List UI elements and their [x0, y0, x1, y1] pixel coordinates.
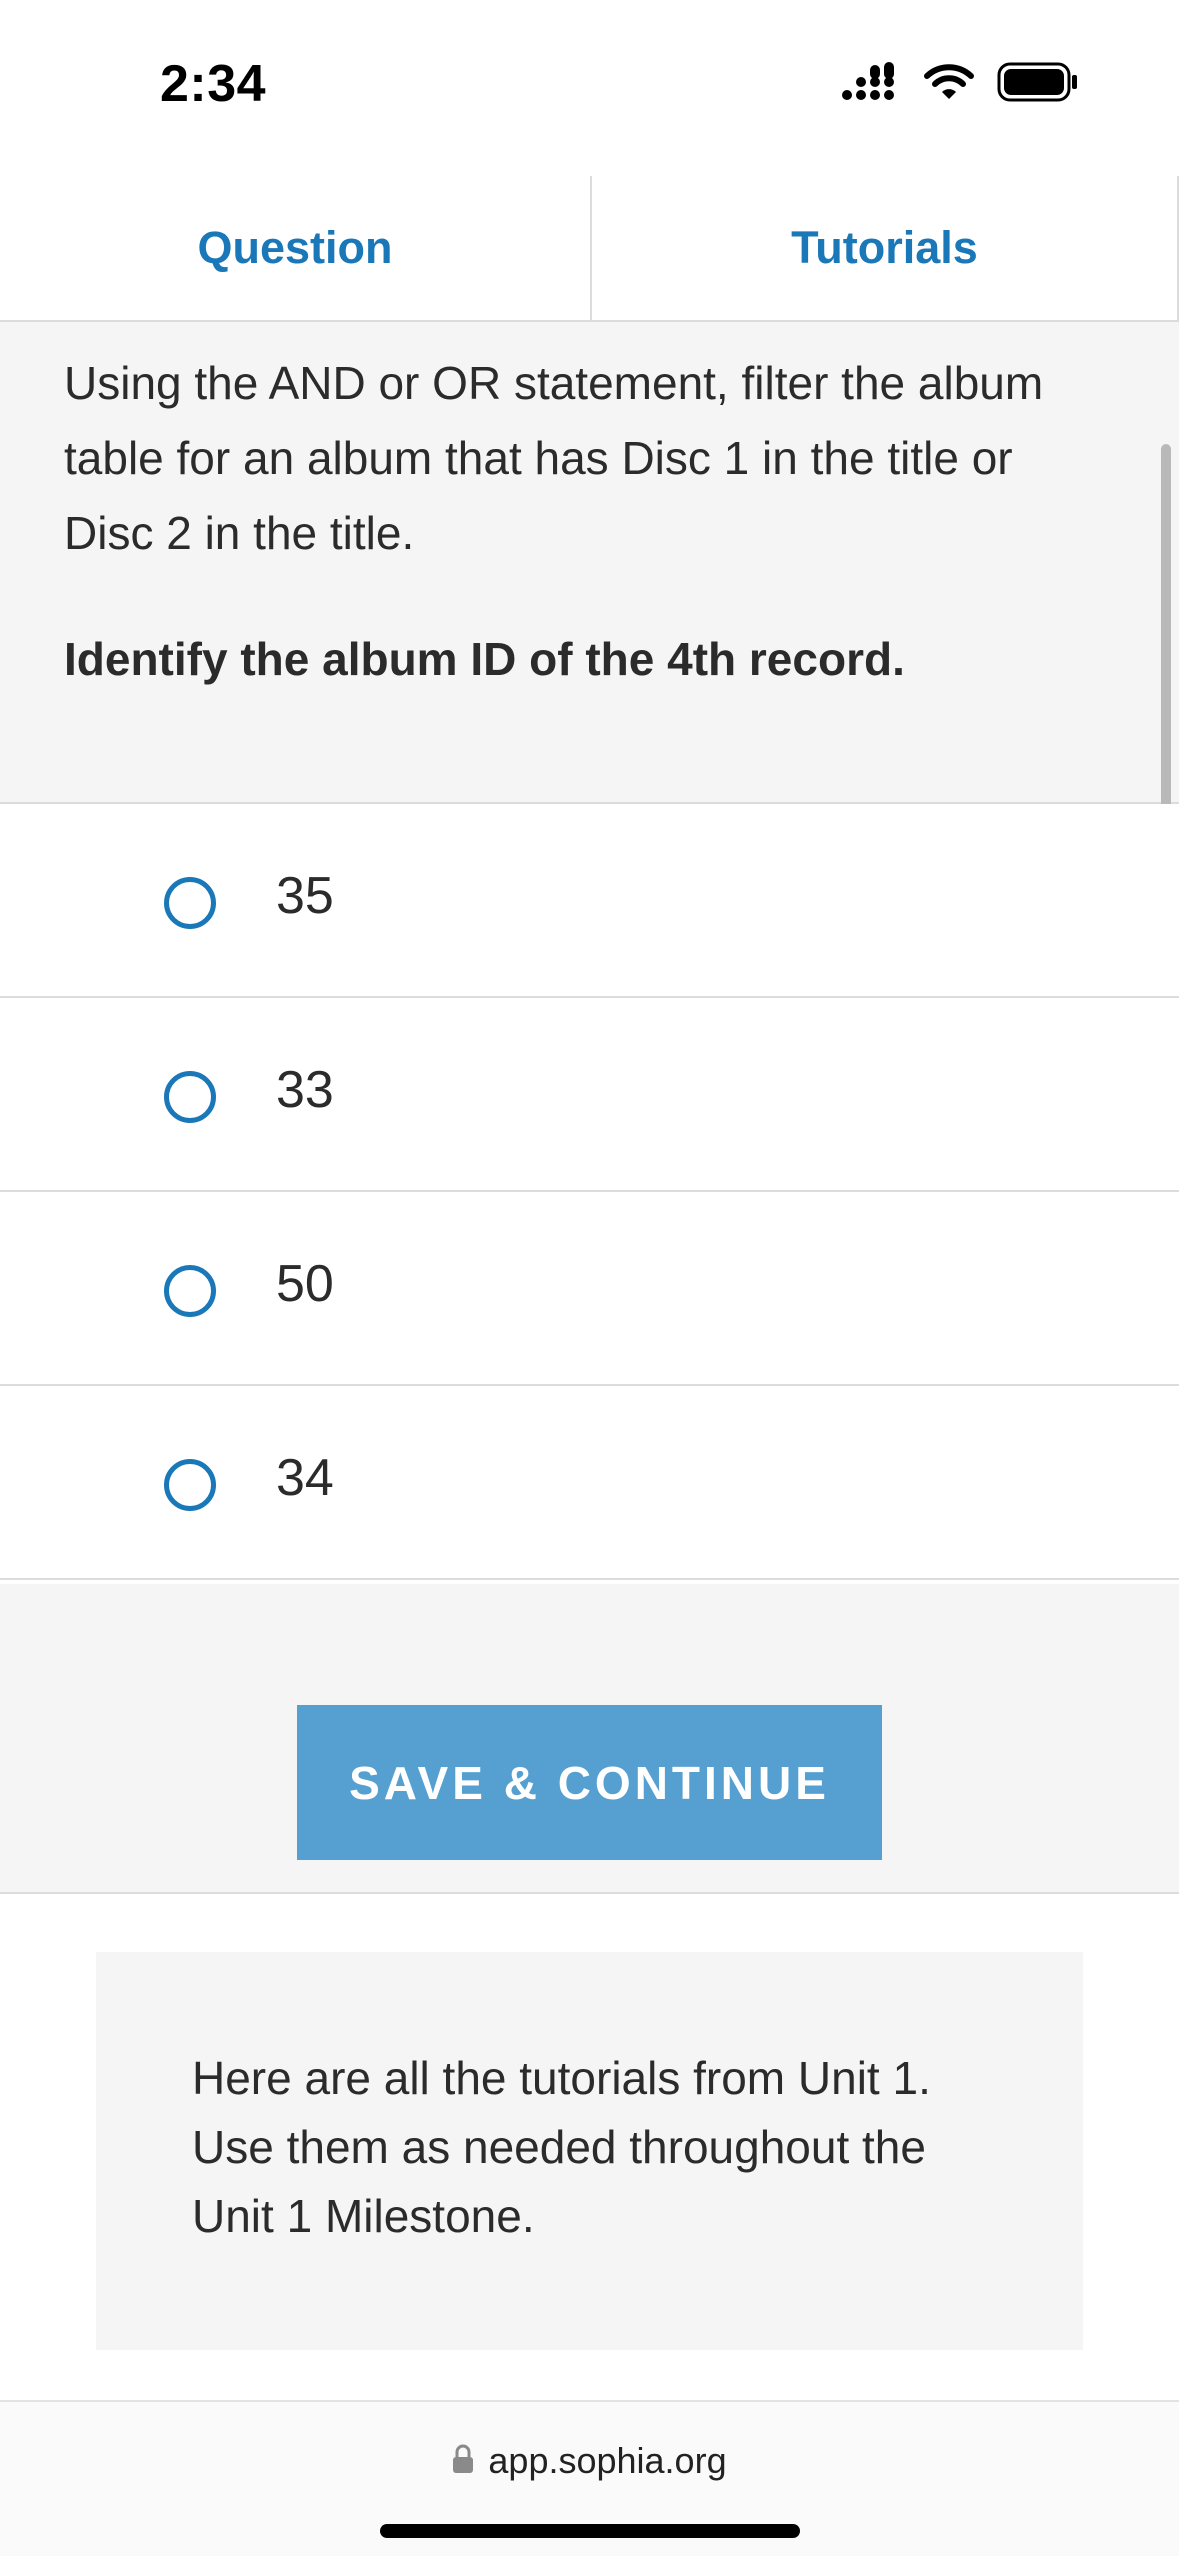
- cellular-signal-icon: [841, 62, 901, 107]
- option-label: 34: [276, 1449, 334, 1507]
- option-label: 35: [276, 867, 334, 925]
- url-text: app.sophia.org: [488, 2440, 727, 2481]
- question-text: Using the AND or OR statement, filter th…: [64, 357, 1044, 559]
- answer-option[interactable]: 33: [0, 998, 1179, 1192]
- tutorials-info-text: Here are all the tutorials from Unit 1. …: [192, 2052, 931, 2242]
- wifi-icon: [923, 62, 975, 107]
- status-bar: 2:34: [0, 0, 1179, 170]
- question-prompt: Identify the album ID of the 4th record.: [64, 633, 905, 685]
- tutorials-info-panel: Here are all the tutorials from Unit 1. …: [96, 1952, 1083, 2350]
- browser-url-bar[interactable]: app.sophia.org: [0, 2400, 1179, 2556]
- radio-button[interactable]: [164, 1071, 216, 1123]
- save-continue-button[interactable]: SAVE & CONTINUE: [297, 1705, 882, 1860]
- radio-button[interactable]: [164, 1459, 216, 1511]
- question-panel: Using the AND or OR statement, filter th…: [0, 322, 1179, 804]
- url-content: app.sophia.org: [0, 2440, 1179, 2482]
- radio-button[interactable]: [164, 1265, 216, 1317]
- tab-tutorials[interactable]: Tutorials: [592, 176, 1179, 320]
- tab-question[interactable]: Question: [0, 176, 592, 320]
- save-area: SAVE & CONTINUE: [0, 1584, 1179, 1894]
- answer-option[interactable]: 50: [0, 1192, 1179, 1386]
- status-time: 2:34: [160, 55, 267, 113]
- answer-option[interactable]: 34: [0, 1386, 1179, 1580]
- lock-icon: [452, 2444, 474, 2479]
- answer-option[interactable]: 35: [0, 804, 1179, 998]
- battery-icon: [997, 62, 1079, 107]
- option-label: 50: [276, 1255, 334, 1313]
- radio-button[interactable]: [164, 877, 216, 929]
- option-label: 33: [276, 1061, 334, 1119]
- home-indicator[interactable]: [380, 2524, 800, 2538]
- answer-options: 35 33 50 34: [0, 804, 1179, 1580]
- tab-bar: Question Tutorials: [0, 176, 1179, 322]
- status-icons: [841, 62, 1079, 107]
